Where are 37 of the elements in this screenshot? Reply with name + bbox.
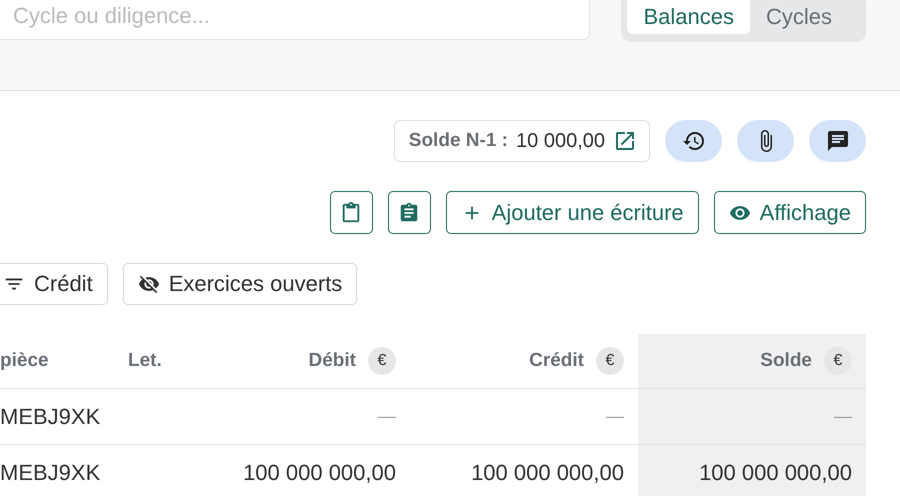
toggle-tab[interactable]: Cycles — [750, 0, 848, 34]
balance-label: Solde N-1 : — [408, 130, 508, 152]
toggle-tab[interactable]: Balances — [627, 0, 750, 34]
column-title: Let. — [128, 350, 162, 372]
search-field[interactable]: Cycle ou diligence... — [0, 0, 590, 40]
column-title: Crédit — [529, 350, 584, 372]
table-cell: 100 000 000,00 — [243, 460, 396, 486]
add-entry-button[interactable]: Ajouter une écriture — [446, 191, 699, 234]
display-button[interactable]: Affichage — [714, 191, 866, 234]
table-cell: — — [834, 406, 852, 427]
attachment-button[interactable] — [737, 120, 794, 162]
currency-badge: € — [824, 347, 852, 375]
table-cell: — — [606, 406, 624, 427]
clipboard-edit-button[interactable] — [388, 191, 431, 234]
table-cell: MEBJ9XK — [0, 404, 100, 430]
clipboard-button[interactable] — [330, 191, 373, 234]
history-button[interactable] — [665, 120, 722, 162]
currency-badge: € — [596, 347, 624, 375]
external-link-icon — [613, 129, 637, 153]
column-title: Solde — [760, 350, 812, 372]
external-link-button[interactable] — [613, 129, 637, 153]
eye-off-icon — [138, 273, 160, 295]
column-title: pièce — [0, 350, 49, 372]
filter-button[interactable]: Crédit — [0, 263, 108, 305]
clipboard-icon — [340, 202, 362, 224]
history-icon — [682, 129, 706, 153]
column-title: Débit — [308, 350, 356, 372]
balance-value: 10 000,00 — [516, 130, 605, 152]
chat-icon — [826, 129, 850, 153]
hide-button[interactable]: Exercices ouverts — [122, 263, 358, 305]
table-cell: — — [378, 406, 396, 427]
table-cell: 100 000 000,00 — [699, 460, 852, 486]
comment-button[interactable] — [809, 120, 866, 162]
currency-badge: € — [368, 347, 396, 375]
clipboard-icon — [398, 202, 420, 224]
table-cell: MEBJ9XK — [0, 460, 100, 486]
table-cell: 100 000 000,00 — [471, 460, 624, 486]
